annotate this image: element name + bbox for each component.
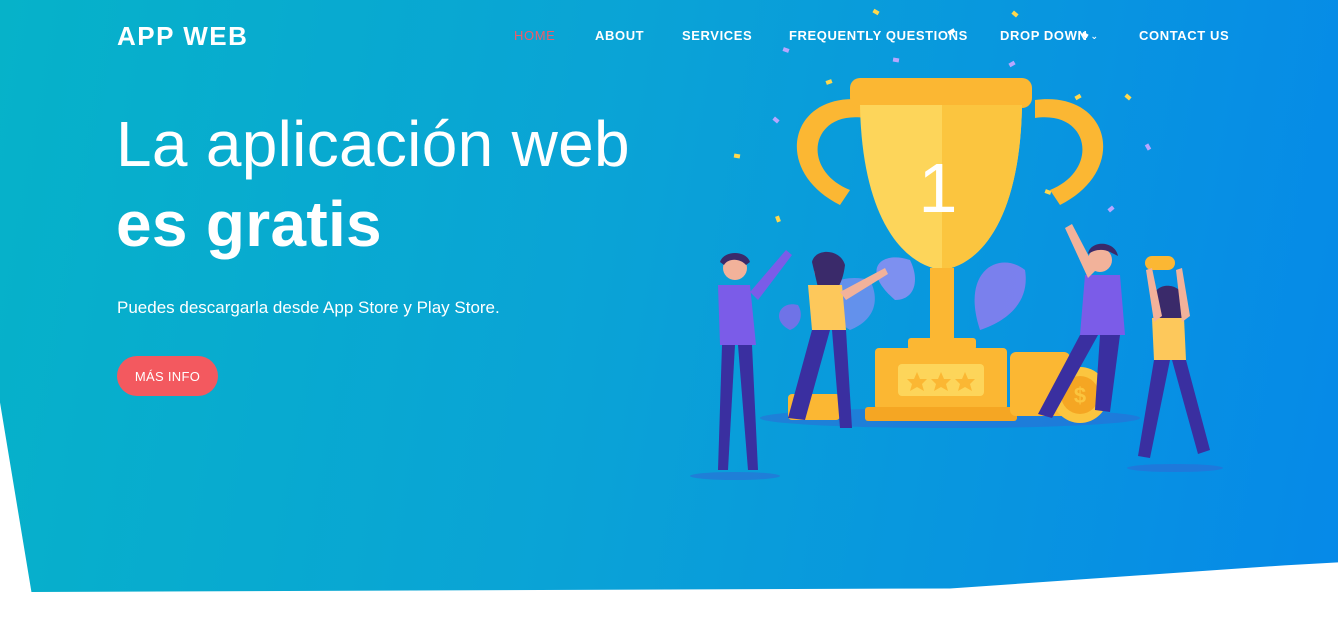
- trophy-number: 1: [919, 149, 958, 227]
- hero-title: La aplicación web es gratis: [116, 104, 630, 264]
- nav-about[interactable]: ABOUT: [595, 28, 644, 43]
- nav-home[interactable]: HOME: [514, 28, 555, 43]
- hero-subtitle: Puedes descargarla desde App Store y Pla…: [117, 298, 500, 317]
- trophy-illustration: 1 $: [690, 8, 1223, 480]
- hero-title-line2: es gratis: [116, 188, 382, 260]
- hero-title-line1: La aplicación web: [116, 108, 630, 180]
- more-info-button[interactable]: MÁS INFO: [117, 356, 218, 396]
- svg-text:$: $: [1074, 383, 1086, 408]
